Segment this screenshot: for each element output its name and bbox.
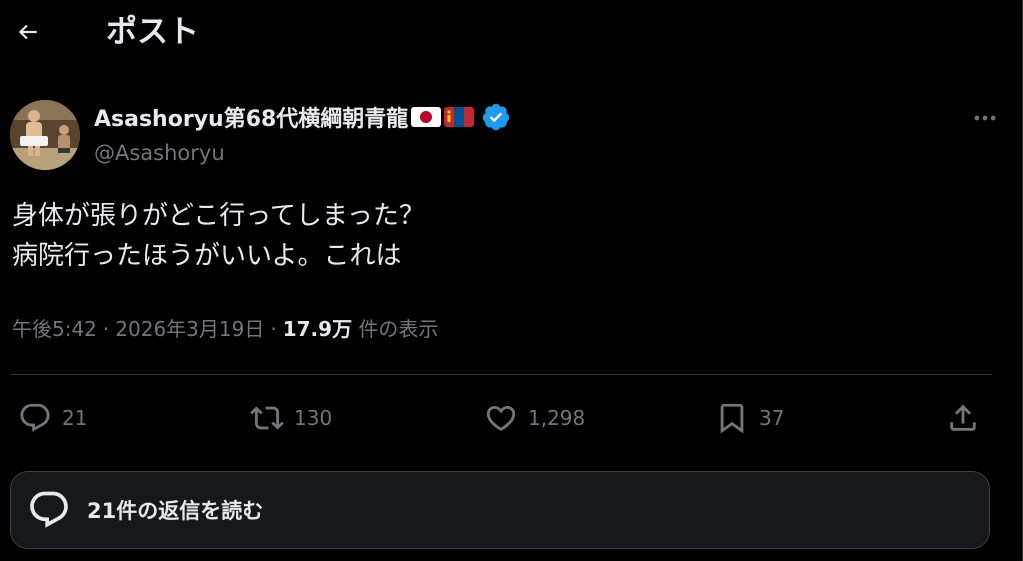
share-icon <box>950 404 976 431</box>
japan-flag-icon <box>411 107 442 127</box>
more-options-button[interactable] <box>967 100 1003 136</box>
bookmark-count: 37 <box>759 406 785 430</box>
avatar-image <box>10 100 80 170</box>
views-label: 件の表示 <box>358 317 439 341</box>
like-count: 1,298 <box>528 406 586 430</box>
tweet-time[interactable]: 午後5:42 <box>12 317 97 341</box>
tweet-meta: 午後5:42 · 2026年3月19日 · 17.9万 件の表示 <box>12 314 438 344</box>
back-button[interactable] <box>10 14 46 50</box>
divider <box>10 374 992 375</box>
tweet-line: 身体が張りがどこ行ってしまった？ <box>12 201 425 231</box>
post-header: ポスト <box>0 0 1020 66</box>
tweet-date[interactable]: 2026年3月19日 <box>115 317 264 341</box>
share-button[interactable] <box>946 396 980 440</box>
display-name-row: Asashoryu第68代横綱朝青龍 <box>94 100 511 134</box>
repost-icon <box>250 406 284 430</box>
views-count: 17.9万 <box>282 317 353 341</box>
avatar[interactable] <box>10 100 80 170</box>
speech-bubble-icon <box>27 488 71 532</box>
repost-button[interactable]: 130 <box>250 396 332 440</box>
verified-badge-icon <box>481 102 511 132</box>
display-name[interactable]: Asashoryu第68代横綱朝青龍 <box>94 101 408 133</box>
read-replies-button[interactable]: 21件の返信を読む <box>10 471 990 549</box>
tweet-text: 身体が張りがどこ行ってしまった？ 病院行ったほうがいいよ。これは <box>12 196 972 276</box>
more-dots-icon <box>974 115 996 121</box>
read-replies-label: 21件の返信を読む <box>87 499 264 523</box>
page-title: ポスト <box>106 14 199 50</box>
bookmark-button[interactable]: 37 <box>715 396 784 440</box>
meta-separator: · <box>102 317 110 341</box>
reply-icon <box>20 403 50 432</box>
repost-count: 130 <box>294 406 333 430</box>
reply-button[interactable]: 21 <box>18 396 87 440</box>
heart-icon <box>486 405 516 431</box>
tweet-line: 病院行ったほうがいいよ。これは <box>12 241 402 271</box>
action-bar: 21 130 1,298 37 <box>0 396 1000 440</box>
reply-count: 21 <box>62 406 88 430</box>
arrow-left-icon <box>18 24 37 40</box>
meta-separator: · <box>270 317 277 341</box>
like-button[interactable]: 1,298 <box>484 396 585 440</box>
user-handle[interactable]: @Asashoryu <box>94 138 225 168</box>
bookmark-icon <box>720 403 744 434</box>
mongolia-flag-icon <box>444 107 475 127</box>
